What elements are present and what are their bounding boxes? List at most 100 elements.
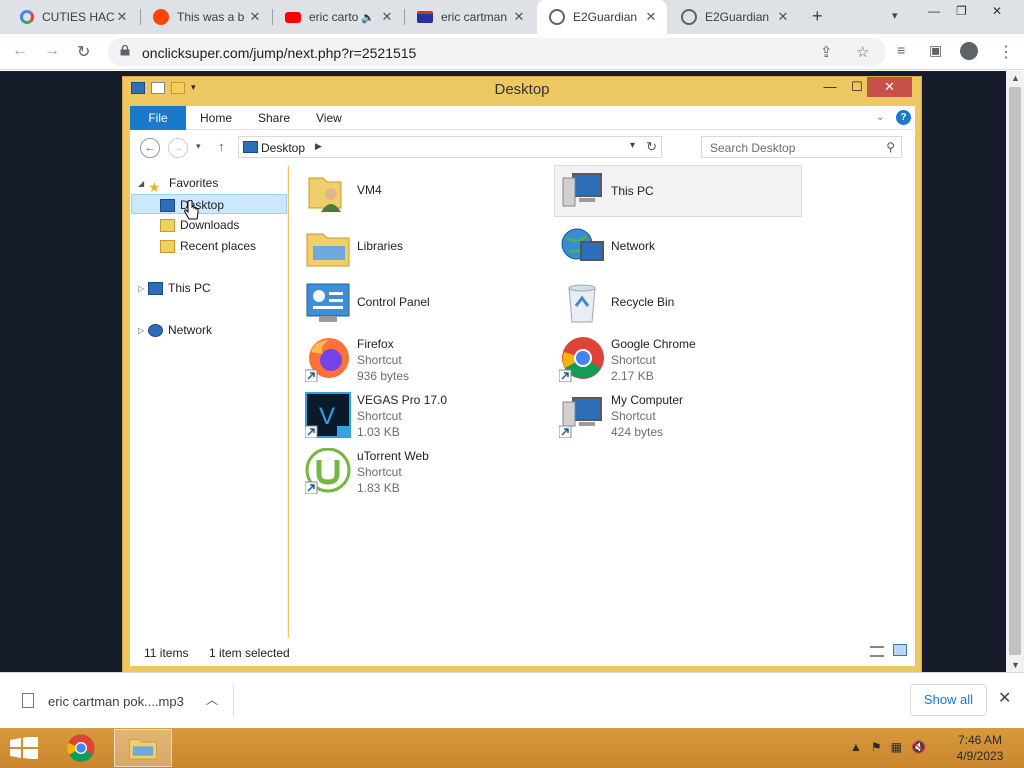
tab-share[interactable]: Share xyxy=(258,106,290,130)
back-icon[interactable]: ← xyxy=(12,42,28,60)
tab-file[interactable]: File xyxy=(130,106,186,130)
restore-icon[interactable]: ❐ xyxy=(956,4,967,18)
item-libraries[interactable]: Libraries xyxy=(301,222,549,274)
taskbar-chrome[interactable] xyxy=(52,729,110,767)
address-bar[interactable]: onclicksuper.com/jump/next.php?r=2521515… xyxy=(108,38,886,66)
user-folder-icon xyxy=(308,177,342,212)
collapse-icon[interactable]: ◢ xyxy=(138,174,148,194)
tab-e2guardian-active[interactable]: E2Guardian ✕ xyxy=(537,0,667,34)
nav-this-pc[interactable]: ▷ This PC xyxy=(138,278,211,298)
item-vm4[interactable]: VM4 xyxy=(301,166,549,218)
nav-favorites[interactable]: ◢ ★ Favorites xyxy=(138,173,219,195)
search-box[interactable]: Search Desktop ⚲ xyxy=(701,136,902,158)
refresh-icon[interactable]: ↻ xyxy=(646,139,657,155)
item-name: VEGAS Pro 17.0 xyxy=(357,393,448,407)
close-tab-icon[interactable]: ✕ xyxy=(511,9,527,25)
close-tab-icon[interactable]: ✕ xyxy=(247,9,263,25)
item-name: VM4 xyxy=(357,183,382,197)
status-bar: 11 items 1 item selected xyxy=(130,638,915,666)
close-tab-icon[interactable]: ✕ xyxy=(643,9,659,25)
expand-icon[interactable]: ▷ xyxy=(138,279,148,299)
large-icons-view-icon[interactable] xyxy=(893,644,907,656)
taskbar-clock[interactable]: 7:46 AM 4/9/2023 xyxy=(948,732,1012,764)
download-item[interactable]: eric cartman pok....mp3 ︿ xyxy=(10,685,234,717)
tv-icon xyxy=(417,11,433,23)
help-icon[interactable]: ? xyxy=(896,110,911,125)
bookmark-star-icon[interactable]: ☆ xyxy=(856,43,869,61)
item-this-pc[interactable]: This PC xyxy=(554,165,802,217)
volume-muted-icon[interactable]: 🔇 xyxy=(911,740,926,754)
tab-title: E2Guardian xyxy=(573,10,638,24)
item-recycle-bin[interactable]: Recycle Bin xyxy=(555,278,803,330)
show-all-button[interactable]: Show all xyxy=(910,684,987,716)
expand-icon[interactable]: ▷ xyxy=(138,321,148,341)
up-icon[interactable]: ↑ xyxy=(218,139,225,154)
download-filename: eric cartman pok....mp3 xyxy=(48,694,184,709)
network-status-icon[interactable]: ▦ xyxy=(891,740,902,754)
minimize-icon[interactable]: — xyxy=(928,4,940,18)
item-network[interactable]: Network xyxy=(555,222,803,274)
tab-e2guardian[interactable]: E2Guardian ✕ xyxy=(669,0,799,34)
item-name: Network xyxy=(611,239,656,253)
forward-button[interactable]: → xyxy=(168,138,188,158)
item-type: Shortcut xyxy=(611,409,656,423)
nav-desktop-selected[interactable]: Desktop xyxy=(131,194,287,214)
details-view-icon[interactable] xyxy=(870,646,884,657)
item-control-panel[interactable]: Control Panel xyxy=(301,278,549,330)
expand-ribbon-icon[interactable]: ⌄ xyxy=(876,112,884,123)
profile-avatar-icon[interactable] xyxy=(960,42,978,60)
recent-places-icon xyxy=(160,240,175,254)
scroll-down-icon[interactable]: ▼ xyxy=(1011,660,1020,670)
media-control-icon[interactable]: ≡ xyxy=(897,42,905,58)
forward-icon[interactable]: → xyxy=(44,42,60,60)
windows-start-icon[interactable] xyxy=(10,737,38,759)
explorer-window: ▾ Desktop — ☐ ✕ File Home Share View ⌄ ?… xyxy=(122,76,922,673)
minimize-button[interactable]: — xyxy=(816,77,844,97)
close-icon[interactable]: ✕ xyxy=(998,688,1011,708)
close-tab-icon[interactable]: ✕ xyxy=(775,9,791,25)
item-firefox[interactable]: Firefox Shortcut 936 bytes xyxy=(301,334,549,386)
tab-youtube[interactable]: eric carto 🔈 ✕ xyxy=(273,0,403,34)
menu-kebab-icon[interactable]: ⋮ xyxy=(998,42,1014,62)
close-tab-icon[interactable]: ✕ xyxy=(379,9,395,25)
nav-label: Favorites xyxy=(169,176,219,190)
scroll-up-icon[interactable]: ▲ xyxy=(1011,73,1020,83)
nav-label: Recent places xyxy=(180,239,257,253)
item-vegas-pro[interactable]: V VEGAS Pro 17.0 Shortcut 1.03 KB xyxy=(301,390,549,442)
item-name: Control Panel xyxy=(357,295,430,309)
back-button[interactable]: ← xyxy=(140,138,160,158)
tab-title: This was a b xyxy=(177,10,245,24)
tab-cuties[interactable]: CUTIES HAC ✕ xyxy=(8,0,138,34)
scroll-thumb[interactable] xyxy=(1009,87,1021,655)
address-dropdown-icon[interactable]: ▾ xyxy=(630,140,635,151)
page-scrollbar[interactable]: ▲ ▼ xyxy=(1006,71,1024,672)
recent-locations-icon[interactable]: ▾ xyxy=(196,141,201,152)
tab-reddit[interactable]: This was a b ✕ xyxy=(141,0,271,34)
speaker-icon[interactable]: 🔈 xyxy=(361,11,375,24)
item-utorrent-web[interactable]: uTorrent Web Shortcut 1.83 KB xyxy=(301,446,549,498)
item-my-computer[interactable]: My Computer Shortcut 424 bytes xyxy=(555,390,803,442)
close-window-icon[interactable]: ✕ xyxy=(992,4,1002,18)
close-button[interactable]: ✕ xyxy=(867,77,912,97)
tab-view[interactable]: View xyxy=(316,106,342,130)
tab-search-icon[interactable]: ▾ xyxy=(892,9,898,22)
side-panel-icon[interactable]: ▣ xyxy=(929,42,942,59)
action-center-flag-icon[interactable]: ⚑ xyxy=(871,740,882,754)
tab-home[interactable]: Home xyxy=(200,106,232,130)
item-name: Recycle Bin xyxy=(611,295,675,309)
download-shelf: eric cartman pok....mp3 ︿ Show all ✕ xyxy=(0,672,1024,728)
tab-eric-cartman[interactable]: eric cartman ✕ xyxy=(405,0,535,34)
new-tab-button[interactable]: + xyxy=(812,6,823,27)
nav-downloads[interactable]: Downloads xyxy=(160,215,239,235)
taskbar-file-explorer[interactable] xyxy=(114,729,172,767)
address-box[interactable]: Desktop ▶ ▾ ↻ xyxy=(238,136,662,158)
nav-recent-places[interactable]: Recent places xyxy=(160,236,256,256)
close-tab-icon[interactable]: ✕ xyxy=(114,9,130,25)
item-google-chrome[interactable]: Google Chrome Shortcut 2.17 KB xyxy=(555,334,803,386)
show-hidden-icons-icon[interactable]: ▲ xyxy=(850,740,862,754)
chevron-up-icon[interactable]: ︿ xyxy=(206,691,218,708)
reload-icon[interactable]: ↻ xyxy=(77,42,90,62)
breadcrumb-chevron-icon[interactable]: ▶ xyxy=(315,141,322,152)
share-icon[interactable]: ⇪ xyxy=(820,43,833,61)
nav-network[interactable]: ▷ Network xyxy=(138,320,212,340)
